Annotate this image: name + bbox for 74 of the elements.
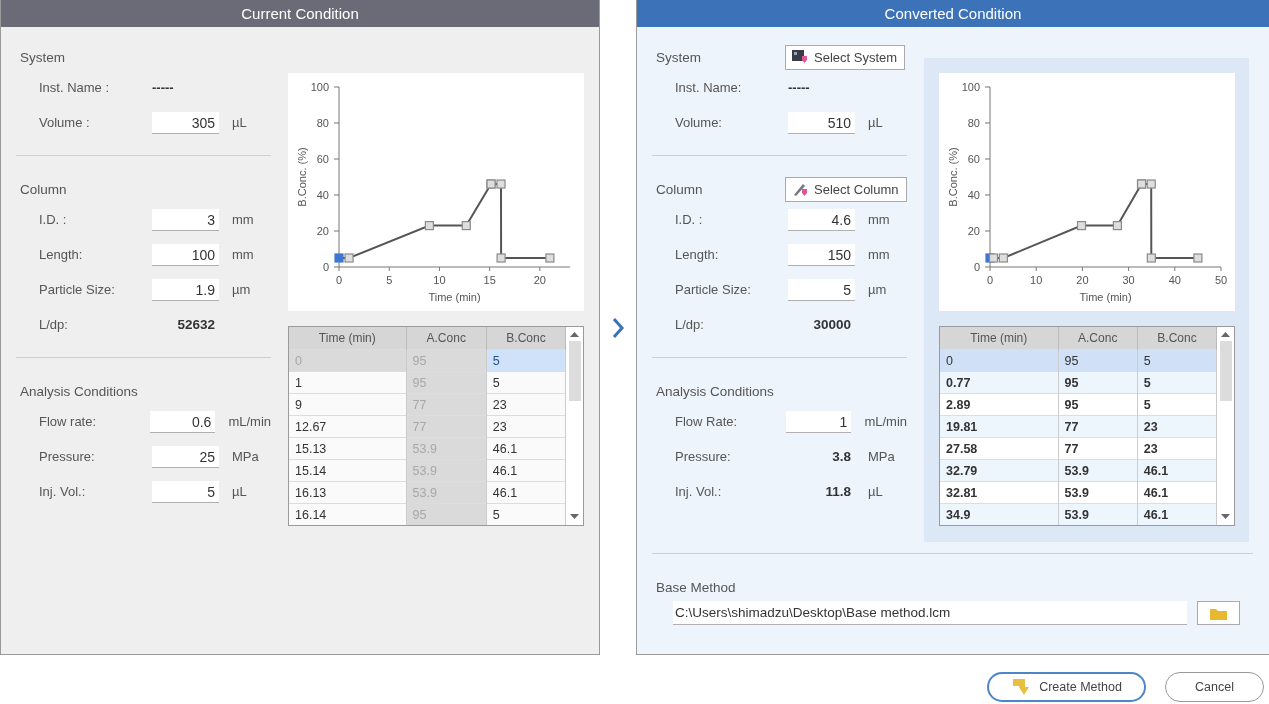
field-label: Length: (39, 247, 84, 262)
field-label: Pressure: (675, 449, 732, 464)
unit-label: MPa (868, 449, 895, 464)
unit-label: µL (868, 115, 883, 130)
tick-label: 5 (386, 274, 393, 286)
section-heading: Column (20, 181, 68, 197)
tick-label: 40 (1168, 274, 1181, 286)
unit-label: MPa (232, 449, 259, 464)
field-label: Length: (675, 247, 720, 262)
tick-label: 100 (961, 81, 980, 93)
field-label: Particle Size: (39, 282, 116, 297)
tick-label: 15 (483, 274, 496, 286)
field-value: 3.8 (831, 449, 852, 464)
tick-label: 20 (533, 274, 546, 286)
tick-label: 30 (1122, 274, 1135, 286)
unit-label: µL (232, 484, 247, 499)
unit-label: mL/min (228, 414, 271, 429)
field-label: Inst. Name : (39, 80, 111, 95)
tick-label: 0 (986, 274, 994, 286)
unit-label: µL (232, 115, 247, 130)
section-heading: Analysis Conditions (20, 383, 139, 399)
unit-label: mm (868, 212, 890, 227)
tick-label: 40 (967, 189, 980, 201)
unit-label: mm (232, 212, 254, 227)
section-heading: System (20, 49, 66, 65)
axis-title: Time (min) (428, 291, 481, 303)
field-label: Inj. Vol.: (39, 484, 87, 499)
panel-title: Current Condition (241, 5, 359, 22)
tick-label: 40 (316, 189, 329, 201)
field-label: Volume: (675, 115, 723, 130)
tick-label: 20 (1076, 274, 1089, 286)
tick-label: 20 (967, 225, 980, 237)
field-label: Volume : (39, 115, 91, 130)
unit-label: mm (232, 247, 254, 262)
tick-label: 10 (1030, 274, 1043, 286)
unit-label: mm (868, 247, 890, 262)
tick-label: 50 (1214, 274, 1228, 286)
section-heading: Analysis Conditions (656, 383, 775, 399)
section-heading: Column (656, 181, 704, 197)
field-label: Inst. Name: (675, 80, 743, 95)
field-label: L/dp: (675, 317, 705, 332)
tick-label: 0 (335, 274, 343, 286)
axis-title: B.Conc. (%) (947, 147, 959, 207)
field-label: Pressure: (39, 449, 96, 464)
panel-title: Converted Condition (884, 5, 1022, 22)
tick-label: 60 (316, 153, 329, 165)
field-value: ----- (152, 80, 174, 95)
field-value: ----- (788, 80, 810, 95)
field-value: 30000 (812, 317, 852, 332)
unit-label: µm (232, 282, 251, 297)
axis-title: Time (min) (1079, 291, 1132, 303)
unit-label: µm (868, 282, 887, 297)
tick-label: 100 (310, 81, 329, 93)
tick-label: 10 (433, 274, 446, 286)
unit-label: µL (868, 484, 883, 499)
field-label: L/dp: (39, 317, 69, 332)
field-value: 52632 (176, 317, 216, 332)
tick-label: 60 (967, 153, 980, 165)
field-label: Particle Size: (675, 282, 752, 297)
field-value: 11.8 (824, 484, 852, 499)
axis-title: B.Conc. (%) (296, 147, 308, 207)
section-heading: System (656, 49, 702, 65)
tick-label: 80 (316, 117, 329, 129)
field-label: I.D. : (39, 212, 68, 227)
field-label: Base Method (655, 580, 737, 595)
field-label: Flow Rate: (675, 414, 739, 429)
field-label: I.D. : (675, 212, 704, 227)
tick-label: 0 (322, 261, 329, 273)
field-label: Flow rate: (39, 414, 98, 429)
tick-label: 20 (316, 225, 329, 237)
unit-label: mL/min (864, 414, 907, 429)
field-label: Inj. Vol.: (675, 484, 723, 499)
tick-label: 0 (973, 261, 980, 273)
tick-label: 80 (967, 117, 980, 129)
